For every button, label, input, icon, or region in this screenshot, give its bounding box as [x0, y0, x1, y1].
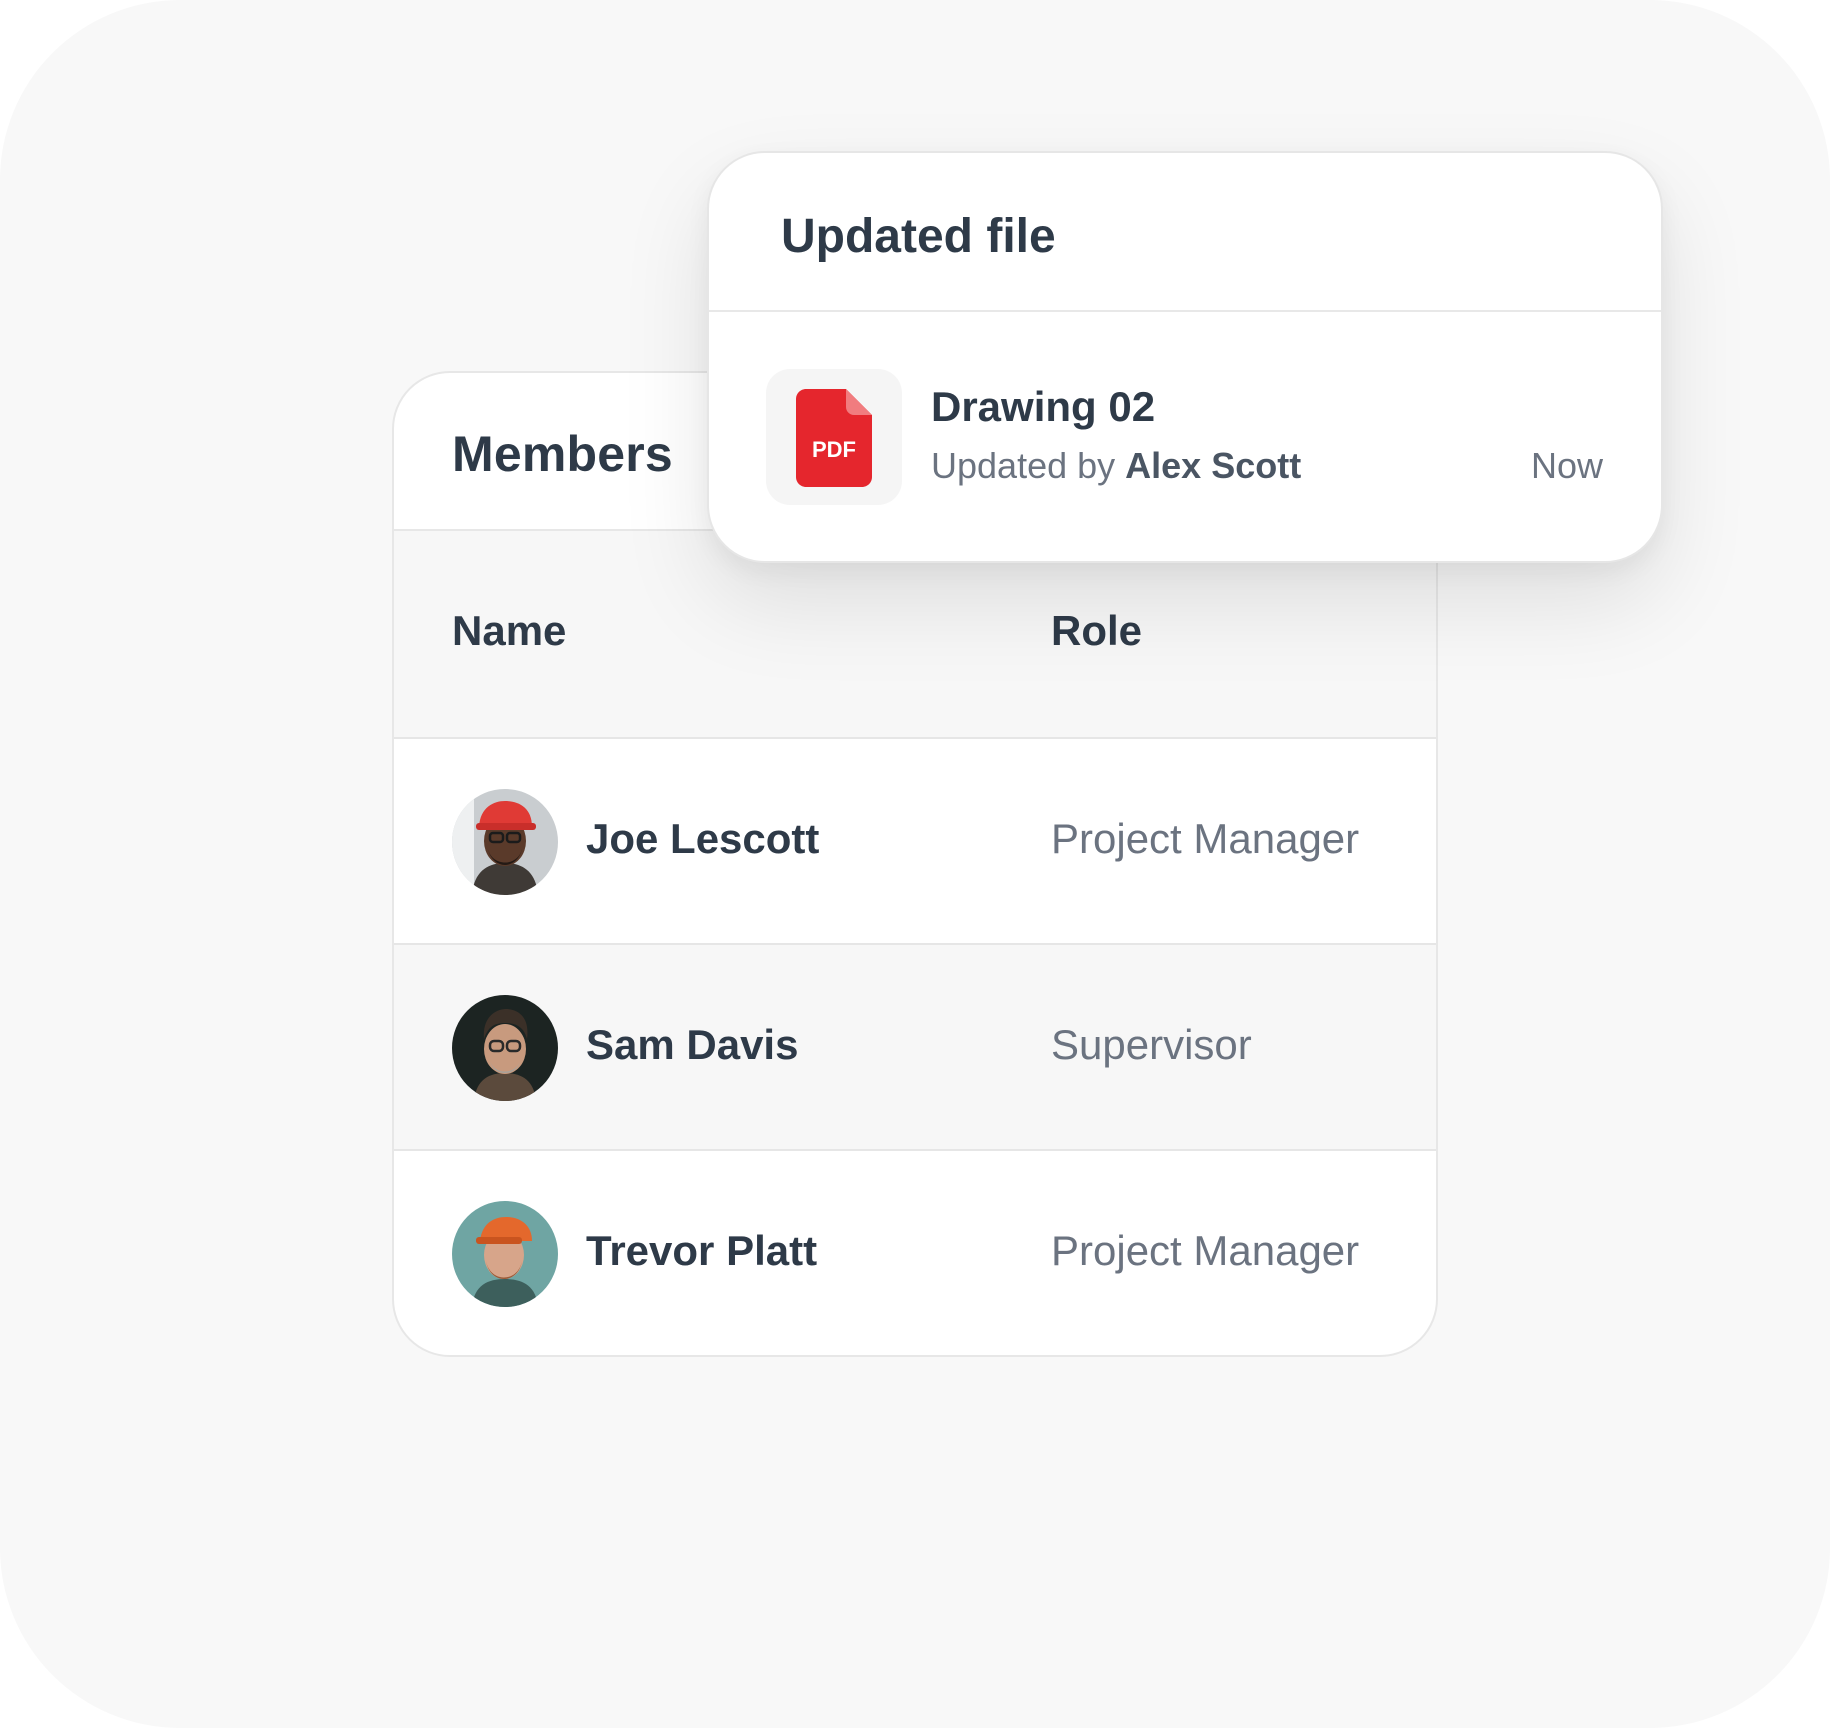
member-role: Project Manager	[1051, 1227, 1360, 1274]
member-name: Sam Davis	[586, 1021, 799, 1068]
timestamp: Now	[1530, 445, 1603, 486]
member-name: Trevor Platt	[586, 1227, 818, 1274]
pdf-file-icon[interactable]: PDF	[766, 369, 902, 505]
table-row[interactable]: Joe Lescott Project Manager	[394, 739, 1436, 945]
table-row[interactable]: Sam Davis Supervisor	[394, 945, 1436, 1151]
table-row[interactable]: Trevor Platt Project Manager	[394, 1151, 1436, 1355]
file-updated-by: Updated by Alex Scott	[931, 445, 1301, 487]
column-header-role[interactable]: Role	[1051, 607, 1142, 655]
member-name: Joe Lescott	[586, 815, 820, 862]
updated-by-user[interactable]: Alex Scott	[1125, 445, 1301, 486]
svg-text:PDF: PDF	[812, 437, 856, 462]
updated-file-notification[interactable]: Updated file PDF Drawing 02 Updated by A…	[707, 151, 1663, 563]
member-role: Supervisor	[1051, 1021, 1252, 1068]
avatar[interactable]	[452, 789, 558, 895]
updated-by-prefix: Updated by	[931, 445, 1116, 486]
file-name[interactable]: Drawing 02	[931, 383, 1155, 431]
member-role: Project Manager	[1051, 815, 1360, 862]
avatar[interactable]	[452, 1201, 558, 1307]
avatar[interactable]	[452, 995, 558, 1101]
notification-title: Updated file	[781, 210, 1056, 263]
members-title: Members	[452, 426, 673, 482]
column-header-name[interactable]: Name	[452, 607, 566, 655]
divider	[709, 310, 1661, 312]
